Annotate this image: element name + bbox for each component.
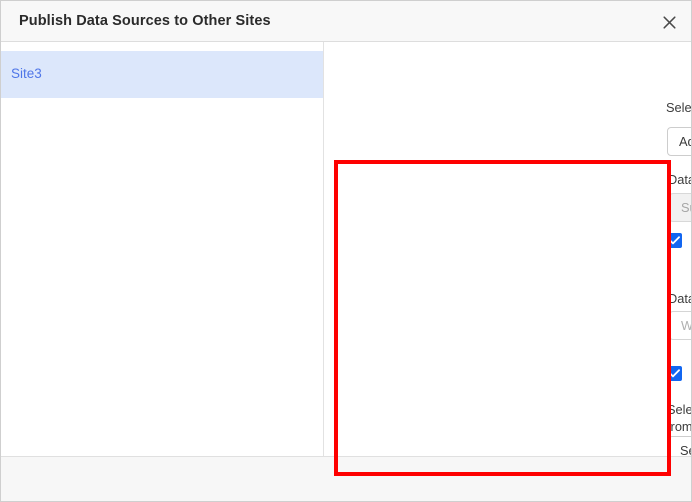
sidebar-item-label: Site3 (11, 66, 42, 81)
owner-select-value: Admin (679, 134, 691, 149)
dialog-footer: Back Submit Close (1, 456, 691, 501)
data-source-name-input: Supply chain performance - SQL_164846993… (669, 193, 691, 222)
data-source-name-value: Supply chain performance - SQL_164846993… (681, 200, 691, 215)
dialog-titlebar: Publish Data Sources to Other Sites (1, 1, 691, 42)
dialog-body: Site3 Select the data source owner for t… (1, 42, 692, 476)
dialog-title: Publish Data Sources to Other Sites (19, 13, 271, 29)
use-source-name-checkbox-row[interactable]: Use source data source and linked data s… (667, 233, 691, 266)
checkbox-checked-icon[interactable] (667, 366, 682, 381)
data-source-description-textarea[interactable]: Write a description of the data source (669, 311, 692, 340)
publish-data-sources-dialog: Publish Data Sources to Other Sites Site… (0, 0, 692, 502)
close-icon[interactable] (657, 10, 681, 34)
publish-options-panel: Select the data source owner for the des… (325, 42, 692, 465)
linked-sources-label: Select the linked data sources that you … (667, 402, 692, 434)
owner-select[interactable]: Admin (667, 127, 691, 156)
sidebar-item-site3[interactable]: Site3 (1, 51, 323, 98)
data-source-name-label: Data Source Name (668, 172, 691, 187)
owner-label: Select the data source owner for the des… (666, 100, 692, 115)
checkbox-checked-icon[interactable] (667, 233, 682, 248)
lock-editing-checkbox-row[interactable]: Lock this data source editing in publish… (667, 366, 691, 382)
sites-sidebar: Site3 (1, 42, 324, 456)
data-source-description-placeholder: Write a description of the data source (681, 318, 692, 333)
data-source-description-label: Data Source Description (668, 291, 691, 306)
